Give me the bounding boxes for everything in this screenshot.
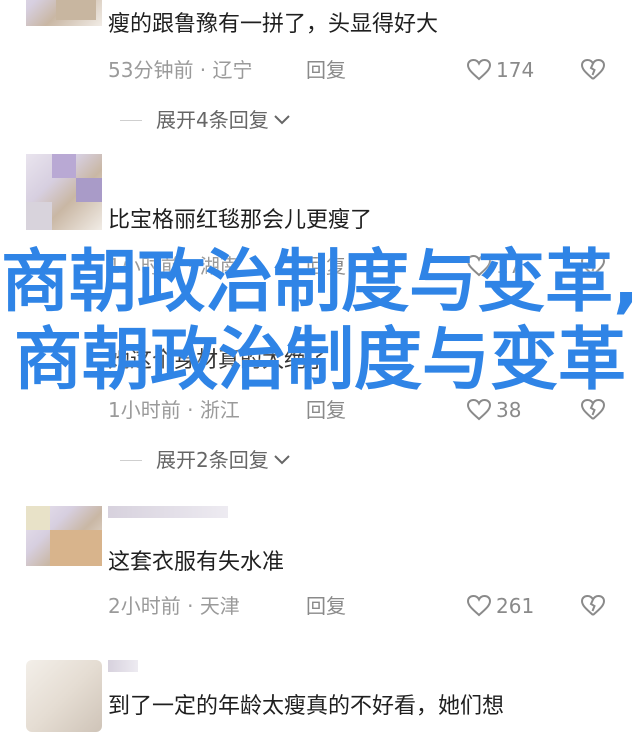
comment-text: 到了一定的年龄太瘦真的不好看，她们想: [108, 694, 505, 719]
reply-button[interactable]: 回复: [306, 398, 346, 422]
like-button[interactable]: 261: [466, 594, 534, 618]
heart-icon: [466, 398, 492, 421]
overlay-title: 商朝政治制度与变革,商朝政治制度与变革: [1, 243, 639, 400]
comment-text: 这套衣服有失水准: [108, 550, 285, 575]
chevron-down-icon: [274, 115, 290, 125]
comment-location: 辽宁: [212, 58, 253, 82]
username[interactable]: [108, 660, 138, 672]
avatar[interactable]: [26, 0, 102, 26]
heart-icon: [466, 594, 492, 617]
comment-time: 2小时前: [108, 594, 181, 618]
comment-meta: 1小时前 · 浙江: [108, 398, 240, 422]
reply-button[interactable]: 回复: [306, 594, 346, 618]
like-button[interactable]: 174: [466, 58, 534, 82]
comment-time: 53分钟前: [108, 58, 194, 82]
meta-separator: ·: [193, 58, 213, 82]
broken-heart-icon: [580, 594, 606, 616]
heart-icon: [466, 58, 492, 81]
expand-replies-button[interactable]: 展开2条回复: [120, 448, 291, 472]
expand-replies-button[interactable]: 展开4条回复: [120, 108, 291, 132]
like-count: 174: [496, 58, 535, 82]
avatar[interactable]: [26, 660, 102, 732]
divider: [120, 119, 142, 121]
avatar[interactable]: [26, 154, 102, 230]
comment-meta: 2小时前 · 天津: [108, 594, 240, 618]
dislike-button[interactable]: [580, 58, 606, 82]
comment-text: 瘦的跟鲁豫有一拼了，头显得好大: [108, 12, 439, 37]
expand-label: 展开4条回复: [156, 108, 269, 132]
like-count: 261: [496, 594, 535, 618]
avatar[interactable]: [26, 506, 102, 566]
comment-time: 1小时前: [108, 398, 181, 422]
expand-label: 展开2条回复: [156, 448, 269, 472]
like-button[interactable]: 38: [466, 398, 521, 422]
comment-text: 比宝格丽红毯那会儿更瘦了: [108, 208, 373, 233]
meta-separator: ·: [180, 594, 200, 618]
username[interactable]: [108, 506, 228, 518]
comment-location: 浙江: [199, 398, 240, 422]
comment-location: 天津: [199, 594, 240, 618]
reply-button[interactable]: 回复: [306, 58, 346, 82]
like-count: 38: [496, 398, 522, 422]
divider: [120, 459, 142, 461]
broken-heart-icon: [580, 398, 606, 420]
dislike-button[interactable]: [580, 398, 606, 422]
chevron-down-icon: [274, 455, 290, 465]
dislike-button[interactable]: [580, 594, 606, 618]
broken-heart-icon: [580, 58, 606, 80]
meta-separator: ·: [180, 398, 200, 422]
comment-meta: 53分钟前 · 辽宁: [108, 58, 253, 82]
